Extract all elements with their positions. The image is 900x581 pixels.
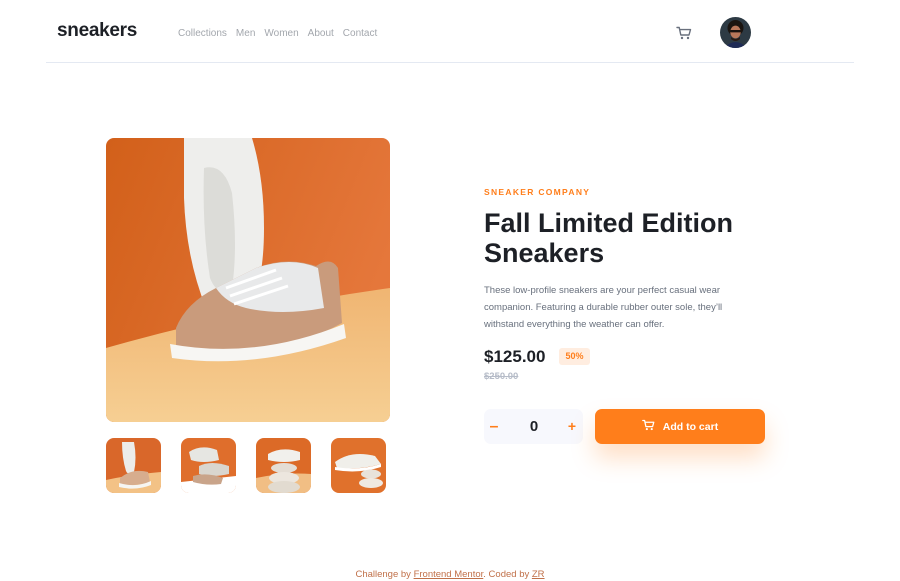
thumbnail-strip: [106, 438, 386, 493]
product-main-image[interactable]: [106, 138, 390, 422]
decrease-quantity-button[interactable]: –: [484, 409, 504, 444]
footer-prefix: Challenge by: [355, 569, 414, 580]
cart-icon[interactable]: [676, 26, 692, 40]
nav-link-men[interactable]: Men: [236, 28, 255, 39]
original-price: $250.00: [484, 371, 519, 382]
logo[interactable]: sneakers: [57, 20, 137, 42]
add-to-cart-button[interactable]: Add to cart: [595, 409, 765, 444]
thumbnail-1[interactable]: [106, 438, 161, 493]
nav-link-women[interactable]: Women: [264, 28, 298, 39]
nav-link-about[interactable]: About: [308, 28, 334, 39]
user-avatar[interactable]: [720, 17, 751, 48]
nav-link-contact[interactable]: Contact: [343, 28, 377, 39]
discount-badge: 50%: [559, 348, 590, 365]
thumbnail-3[interactable]: [256, 438, 311, 493]
product-title: Fall Limited Edition Sneakers: [484, 208, 733, 268]
current-price: $125.00: [484, 347, 546, 366]
company-name: SNEAKER COMPANY: [484, 187, 591, 197]
thumbnail-4[interactable]: [331, 438, 386, 493]
thumbnail-2[interactable]: [181, 438, 236, 493]
main-nav: Collections Men Women About Contact: [178, 28, 377, 39]
add-to-cart-label: Add to cart: [662, 420, 719, 433]
nav-link-collections[interactable]: Collections: [178, 28, 227, 39]
quantity-value: 0: [529, 418, 539, 435]
cart-icon: [641, 418, 655, 436]
frontend-mentor-link[interactable]: Frontend Mentor: [414, 569, 484, 580]
quantity-stepper: – 0 +: [484, 409, 583, 444]
increase-quantity-button[interactable]: +: [561, 409, 583, 444]
author-link[interactable]: ZR: [532, 569, 545, 580]
attribution-footer: Challenge by Frontend Mentor. Coded by Z…: [0, 569, 900, 580]
product-description: These low-profile sneakers are your perf…: [484, 285, 723, 330]
footer-middle: . Coded by: [483, 569, 532, 580]
